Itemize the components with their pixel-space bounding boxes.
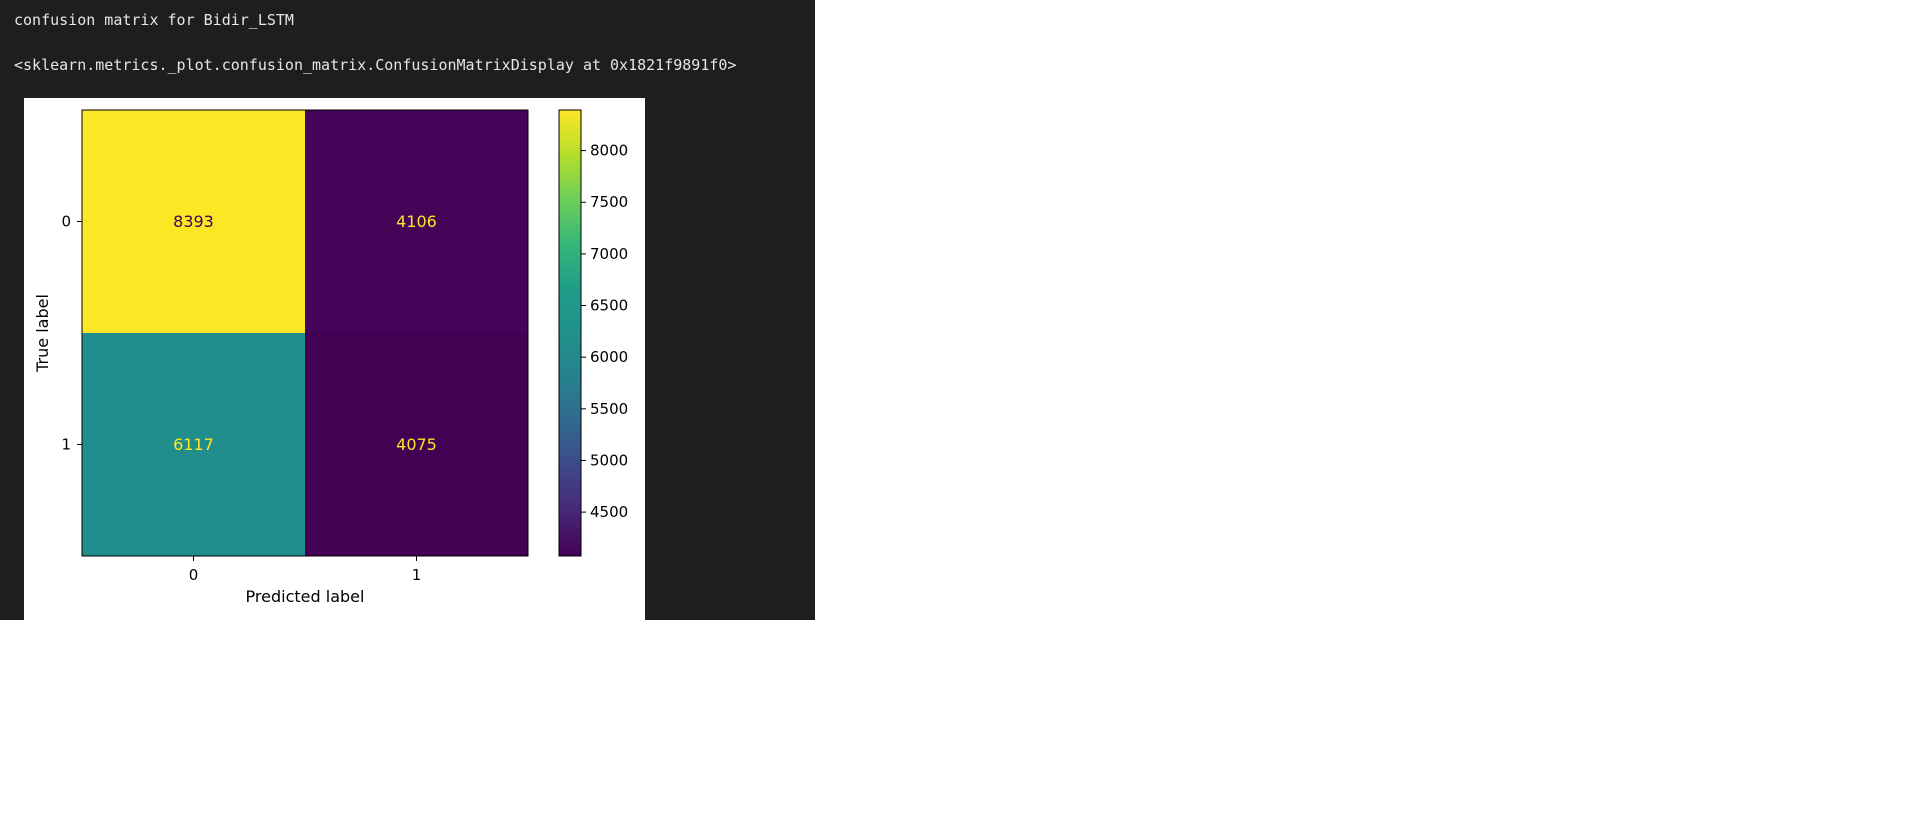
colorbar-tick-label-1: 5000	[590, 451, 628, 469]
confusion-matrix-figure: 8393 4106 6117 4075 01 01 Predicted label T…	[24, 98, 645, 620]
y-axis-label: True label	[33, 294, 52, 373]
colorbar-tick-label-7: 8000	[590, 142, 628, 160]
colorbar-tick-label-3: 6000	[590, 348, 628, 366]
y-tick-label-1: 1	[61, 436, 71, 454]
x-axis-ticks: 01	[189, 556, 422, 584]
confusion-matrix-plot: 8393 41066117 4075 01 01 Predicted label T…	[33, 109, 628, 606]
matrix-value-0-0: 8393	[173, 212, 214, 231]
colorbar-ticks: 4500 5000 5500 6000 6500 7000 7500 8000	[581, 142, 628, 521]
colorbar-tick-label-5: 7000	[590, 245, 628, 263]
colorbar	[558, 109, 582, 557]
y-tick-label-0: 0	[61, 213, 71, 231]
colorbar-tick-label-4: 6500	[590, 297, 628, 315]
y-axis-ticks: 01	[61, 213, 82, 454]
x-tick-label-1: 1	[412, 566, 422, 584]
matrix-value-1-1: 4075	[396, 435, 437, 454]
x-tick-label-0: 0	[189, 566, 199, 584]
x-axis-label: Predicted label	[246, 587, 365, 606]
stdout-text: confusion matrix for Bidir_LSTM	[14, 11, 294, 29]
matrix-value-0-1: 4106	[396, 212, 437, 231]
notebook-output-cell: confusion matrix for Bidir_LSTM <sklearn…	[0, 0, 815, 620]
display-repr-text: <sklearn.metrics._plot.confusion_matrix.…	[14, 56, 737, 74]
colorbar-tick-label-6: 7500	[590, 193, 628, 211]
matrix-cells	[82, 110, 528, 556]
colorbar-tick-label-2: 5500	[590, 400, 628, 418]
colorbar-tick-label-0: 4500	[590, 503, 628, 521]
matrix-value-1-0: 6117	[173, 435, 214, 454]
